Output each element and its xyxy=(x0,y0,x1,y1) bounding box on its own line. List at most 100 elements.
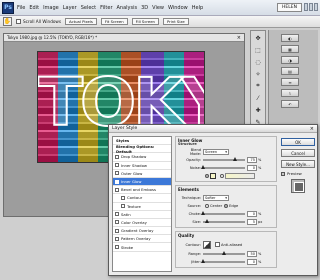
choke-field[interactable]: 0 xyxy=(247,210,257,217)
style-satin[interactable]: Satin xyxy=(113,211,171,219)
panel-paths-icon[interactable]: ⌇ xyxy=(281,89,299,97)
menu-analysis[interactable]: Analysis xyxy=(117,5,138,11)
style-texture[interactable]: Texture xyxy=(113,203,171,211)
jitter-slider-thumb[interactable] xyxy=(201,258,205,263)
checkbox[interactable] xyxy=(121,204,125,209)
style-bevel-emboss[interactable]: Bevel and Emboss xyxy=(113,186,171,195)
lasso-tool-icon[interactable]: ◌ xyxy=(253,57,263,67)
menu-3d[interactable]: 3D xyxy=(141,5,148,11)
size-slider[interactable] xyxy=(203,218,245,223)
workspace-switcher[interactable]: HELEN xyxy=(277,3,302,12)
noise-row: Noise: 0 % xyxy=(179,164,273,171)
fit-screen-button[interactable]: Fit Screen xyxy=(100,18,128,25)
style-contour[interactable]: Contour xyxy=(113,194,171,203)
source-edge-radio[interactable] xyxy=(224,203,229,208)
anti-aliased-checkbox[interactable] xyxy=(215,242,220,247)
opacity-slider[interactable] xyxy=(203,156,245,161)
glow-color-swatch[interactable] xyxy=(210,172,216,179)
close-icon[interactable]: × xyxy=(237,34,241,42)
menu-edit[interactable]: Edit xyxy=(29,5,39,11)
preview-checkbox[interactable] xyxy=(281,171,285,176)
checkbox[interactable] xyxy=(115,220,119,225)
cancel-button[interactable]: Cancel xyxy=(281,149,315,157)
minimize-button[interactable] xyxy=(304,3,308,11)
size-field[interactable]: 5 xyxy=(247,218,257,225)
close-icon[interactable]: × xyxy=(310,125,314,133)
choke-slider[interactable] xyxy=(201,210,245,215)
range-slider-thumb[interactable] xyxy=(222,250,226,255)
checkbox[interactable] xyxy=(115,163,119,168)
panel-adjustments-icon[interactable]: ◑ xyxy=(281,56,299,64)
new-style-button[interactable]: New Style... xyxy=(281,160,315,168)
preview-toggle[interactable]: Preview xyxy=(281,171,315,176)
checkbox[interactable] xyxy=(115,187,119,192)
range-slider[interactable] xyxy=(203,250,245,255)
panel-layers-icon[interactable]: ▤ xyxy=(281,67,299,75)
menu-image[interactable]: Image xyxy=(43,5,59,11)
menu-window[interactable]: Window xyxy=(168,5,188,11)
style-stroke[interactable]: Stroke xyxy=(113,243,171,252)
marquee-tool-icon[interactable]: ⬚ xyxy=(253,45,263,55)
noise-slider-thumb[interactable] xyxy=(201,164,205,169)
style-inner-glow[interactable]: Inner Glow xyxy=(113,177,171,187)
blend-mode-select[interactable]: Screen xyxy=(203,148,229,155)
document-tab[interactable]: Tokyo 1980.jpg @ 12.5% (TOKYO, RGB/16*) … xyxy=(4,34,244,42)
crop-tool-icon[interactable]: ⌗ xyxy=(253,81,263,91)
healing-brush-icon[interactable]: ✚ xyxy=(253,105,263,115)
menu-view[interactable]: View xyxy=(152,5,164,11)
print-size-button[interactable]: Print Size xyxy=(162,18,189,25)
source-center-radio[interactable] xyxy=(205,203,209,208)
blending-options[interactable]: Blending Options: Default xyxy=(113,144,171,154)
checkbox[interactable] xyxy=(121,195,125,200)
style-color-overlay[interactable]: Color Overlay xyxy=(113,219,171,228)
magic-wand-icon[interactable]: ✧ xyxy=(253,69,263,79)
checkbox[interactable] xyxy=(115,245,119,250)
checkbox[interactable] xyxy=(115,171,119,176)
menu-file[interactable]: File xyxy=(17,5,25,11)
style-gradient-overlay[interactable]: Gradient Overlay xyxy=(113,227,171,236)
hand-tool-icon[interactable]: ✋ xyxy=(3,17,12,26)
checkbox[interactable] xyxy=(115,154,119,159)
size-slider-thumb[interactable] xyxy=(205,218,210,223)
choke-slider-thumb[interactable] xyxy=(201,210,205,215)
maximize-button[interactable] xyxy=(309,3,313,11)
menu-help[interactable]: Help xyxy=(192,5,203,11)
panel-color-icon[interactable]: ◐ xyxy=(281,34,299,42)
style-drop-shadow[interactable]: Drop Shadow xyxy=(113,153,171,162)
glow-gradient-picker[interactable] xyxy=(225,172,255,179)
range-field[interactable]: 50 xyxy=(247,250,257,257)
eyedropper-icon[interactable]: ⁄ xyxy=(253,93,263,103)
scroll-all-checkbox[interactable] xyxy=(16,19,21,24)
actual-pixels-button[interactable]: Actual Pixels xyxy=(65,18,97,25)
menu-filter[interactable]: Filter xyxy=(100,5,112,11)
opacity-field[interactable]: 75 xyxy=(247,156,257,163)
checkbox[interactable] xyxy=(115,212,119,217)
style-inner-shadow[interactable]: Inner Shadow xyxy=(113,162,171,170)
opacity-slider-thumb[interactable] xyxy=(232,156,237,161)
noise-field[interactable]: 0 xyxy=(247,164,257,171)
panel-history-icon[interactable]: ↶ xyxy=(281,100,299,108)
style-pattern-overlay[interactable]: Pattern Overlay xyxy=(113,235,171,244)
choke-label: Choke: xyxy=(188,211,201,216)
noise-slider[interactable] xyxy=(201,164,245,169)
style-outer-glow[interactable]: Outer Glow xyxy=(113,170,171,178)
checkbox[interactable] xyxy=(115,236,119,241)
jitter-field[interactable]: 0 xyxy=(247,258,257,265)
menu-layer[interactable]: Layer xyxy=(63,5,77,11)
menu-select[interactable]: Select xyxy=(81,5,96,11)
jitter-slider[interactable] xyxy=(201,258,245,263)
close-window-button[interactable] xyxy=(314,3,318,11)
technique-select[interactable]: Softer xyxy=(203,194,229,201)
range-label: Range: xyxy=(188,251,201,256)
checkbox[interactable] xyxy=(115,228,119,233)
ok-button[interactable]: OK xyxy=(281,138,315,146)
contour-picker[interactable] xyxy=(203,240,211,249)
panel-swatches-icon[interactable]: ▦ xyxy=(281,45,299,53)
checkbox-checked[interactable] xyxy=(115,179,119,184)
dialog-titlebar[interactable]: Layer Style × xyxy=(109,125,317,133)
solid-color-radio[interactable] xyxy=(205,173,209,178)
gradient-radio[interactable] xyxy=(220,173,224,178)
panel-channels-icon[interactable]: ≡ xyxy=(281,78,299,86)
move-tool-icon[interactable]: ✥ xyxy=(253,33,263,43)
fill-screen-button[interactable]: Fill Screen xyxy=(131,18,159,25)
